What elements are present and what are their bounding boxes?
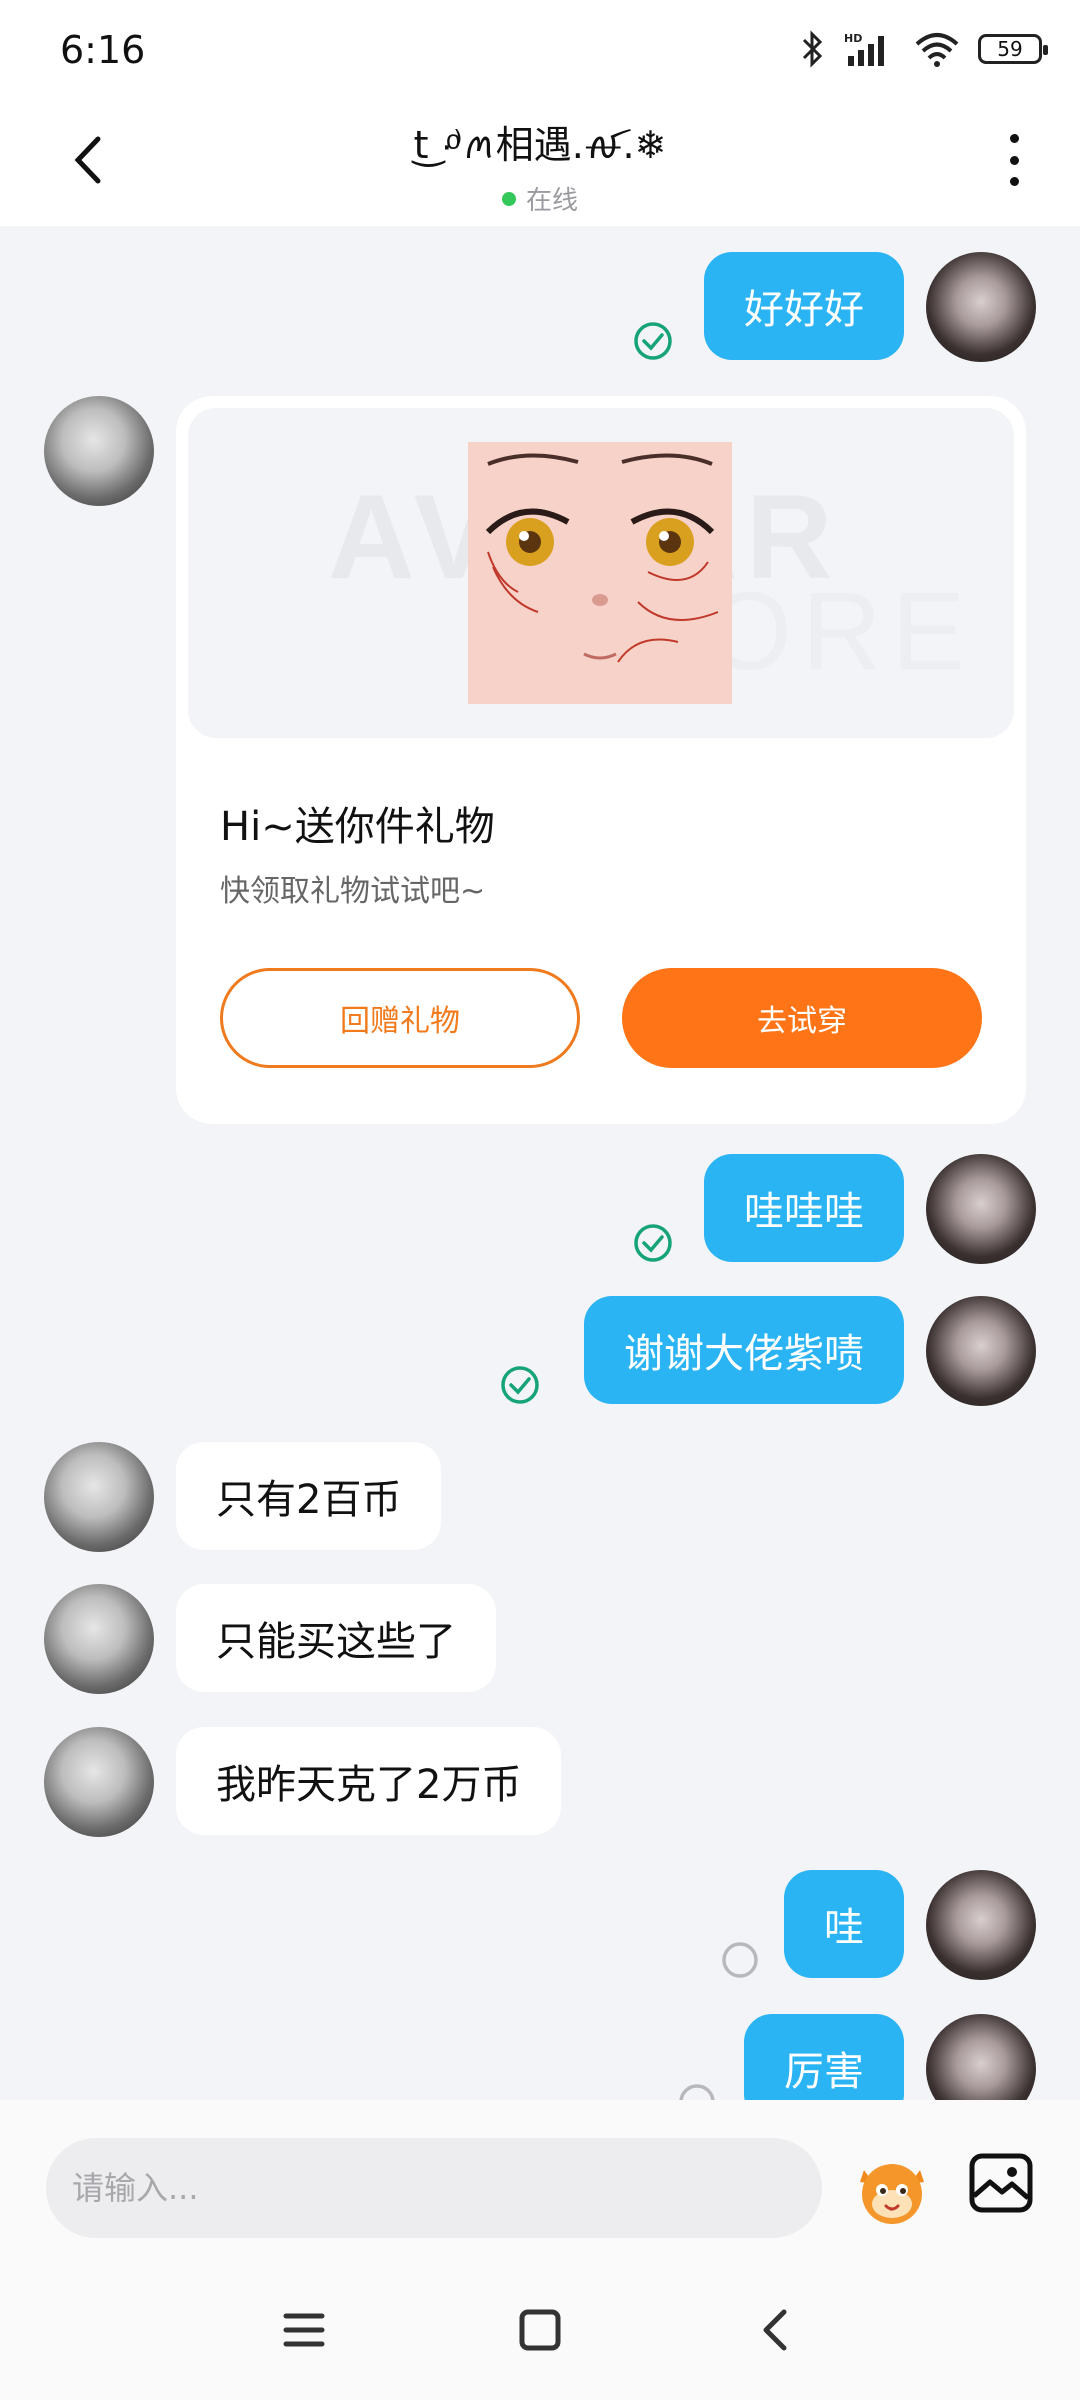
chat-messages[interactable]: 好好好 AVATAR STORE	[0, 226, 1080, 2100]
sending-circle-icon	[722, 1942, 758, 1978]
more-dot	[1009, 177, 1019, 186]
return-gift-button[interactable]: 回赠礼物	[220, 968, 580, 1068]
status-icons: HD 59	[798, 30, 1048, 68]
online-status: 在线	[0, 180, 1080, 217]
gift-subtitle: 快领取礼物试试吧~	[220, 874, 486, 909]
message-bubble[interactable]: 只能买这些了	[176, 1584, 496, 1692]
my-avatar[interactable]	[926, 1154, 1036, 1264]
message-bubble[interactable]: 厉害	[744, 2014, 904, 2100]
try-on-button[interactable]: 去试穿	[622, 968, 982, 1068]
my-avatar[interactable]	[926, 2014, 1036, 2100]
message-input-bar	[0, 2100, 1080, 2240]
gift-card[interactable]: AVATAR STORE Hi~送你件礼物 快领取礼物试试吧~	[176, 396, 1026, 1124]
more-options-button[interactable]	[994, 128, 1034, 192]
message-bubble[interactable]: 哇哇哇	[704, 1154, 904, 1262]
message-bubble[interactable]: 谢谢大佬紫啧	[584, 1296, 904, 1404]
chat-header: t͜ ·ͦ⁾ꪔ相遇.ꫛ.❄ 在线	[0, 100, 1080, 226]
image-picker-icon[interactable]	[968, 2150, 1034, 2216]
sending-circle-icon	[679, 2084, 715, 2100]
chat-title: t͜ ·ͦ⁾ꪔ相遇.ꫛ.❄	[413, 123, 667, 167]
friend-avatar[interactable]	[44, 1442, 154, 1552]
bluetooth-icon	[802, 30, 823, 68]
my-avatar[interactable]	[926, 1296, 1036, 1406]
emoji-mascot-icon[interactable]	[852, 2150, 932, 2230]
face-makeup-image	[468, 442, 732, 704]
message-bubble[interactable]: 哇	[784, 1870, 904, 1978]
read-check-icon	[501, 1366, 539, 1404]
message-input[interactable]	[46, 2138, 822, 2238]
menu-icon[interactable]	[280, 2306, 328, 2354]
read-check-icon	[634, 322, 672, 360]
message-bubble[interactable]: 我昨天克了2万币	[176, 1727, 562, 1835]
home-icon[interactable]	[516, 2306, 564, 2354]
my-avatar[interactable]	[926, 1870, 1036, 1980]
read-check-icon	[634, 1224, 672, 1262]
svg-text:HD: HD	[844, 32, 862, 45]
message-bubble[interactable]: 好好好	[704, 252, 904, 360]
wifi-icon	[915, 33, 959, 67]
gift-preview: AVATAR STORE	[188, 408, 1014, 738]
online-dot	[501, 191, 516, 206]
system-nav-bar	[0, 2240, 1080, 2400]
online-text: 在线	[525, 186, 578, 216]
status-bar: 6:16 HD 59	[0, 0, 1080, 100]
signal-icon: HD	[844, 32, 884, 66]
friend-avatar[interactable]	[44, 1727, 154, 1837]
battery-icon: 59	[978, 34, 1048, 64]
gift-title: Hi~送你件礼物	[220, 804, 495, 850]
more-dot	[1009, 155, 1019, 165]
more-dot	[1009, 134, 1019, 143]
back-nav-icon[interactable]	[752, 2306, 800, 2354]
message-bubble[interactable]: 只有2百币	[176, 1442, 442, 1550]
friend-avatar[interactable]	[44, 1584, 154, 1694]
my-avatar[interactable]	[926, 252, 1036, 362]
status-time: 6:16	[60, 28, 146, 72]
friend-avatar[interactable]	[44, 396, 154, 506]
